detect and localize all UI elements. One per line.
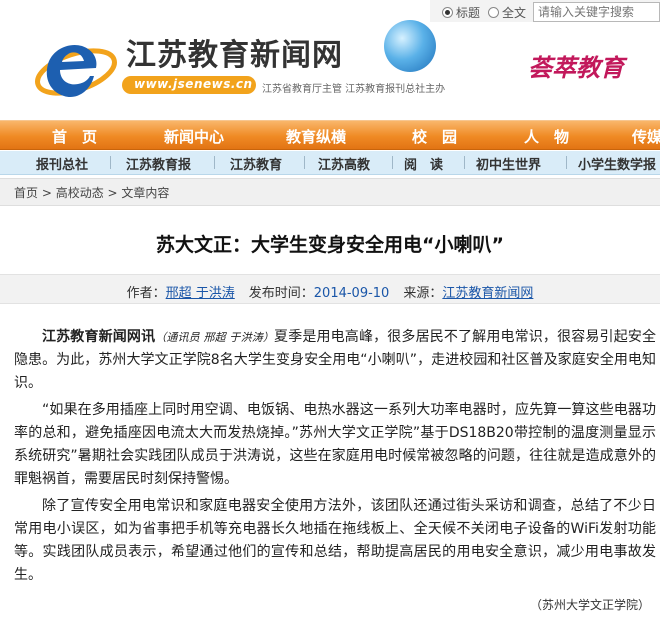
nav-people[interactable]: 人 物	[524, 126, 569, 147]
article-paragraph: “如果在多用插座上同时用空调、电饭锅、电热水器这一系列大功率电器时，应先算一算这…	[14, 402, 656, 487]
subnav-divider	[110, 156, 111, 169]
article-lead: 江苏教育新闻网讯	[42, 329, 156, 345]
source-label: 来源：	[403, 286, 443, 301]
main-nav: 首 页 新闻中心 教育纵横 校 园 人 物 传媒	[0, 120, 660, 150]
subnav-divider	[304, 156, 305, 169]
article-title: 苏大文正：大学生变身安全用电“小喇叭”	[156, 234, 504, 256]
publish-date: 2014-09-10	[313, 286, 390, 301]
search-option-fulltext[interactable]: 全文	[488, 4, 526, 21]
nav-news[interactable]: 新闻中心	[164, 126, 224, 147]
site-subtitle: 江苏省教育厅主管 江苏教育报刊总社主办	[262, 84, 446, 95]
globe-icon	[384, 20, 436, 72]
breadcrumb-current: 文章内容	[121, 186, 170, 200]
site-header: 江苏教育新闻网 www.jsenews.cn 江苏省教育厅主管 江苏教育报刊总社…	[30, 18, 480, 118]
subnav-divider	[566, 156, 567, 169]
breadcrumb-bar: 首页 > 高校动态 > 文章内容	[0, 178, 660, 206]
site-logo-icon[interactable]	[32, 30, 118, 108]
date-label: 发布时间：	[248, 286, 314, 301]
article-meta: 作者：邢超 于洪涛 发布时间：2014-09-10 来源：江苏教育新闻网	[0, 274, 660, 304]
nav-education[interactable]: 教育纵横	[286, 126, 346, 147]
subnav-divider	[214, 156, 215, 169]
breadcrumb: 首页 > 高校动态 > 文章内容	[14, 184, 169, 201]
breadcrumb-separator: >	[103, 186, 122, 200]
subnav-math-paper[interactable]: 小学生数学报	[578, 154, 656, 173]
nav-media[interactable]: 传媒	[632, 126, 660, 147]
breadcrumb-separator: >	[38, 186, 56, 200]
article-paragraph: 江苏教育新闻网讯（通讯员 邢超 于洪涛）夏季是用电高峰，很多居民不了解用电常识，…	[14, 329, 657, 391]
subnav-press-group[interactable]: 报刊总社	[36, 154, 88, 173]
breadcrumb-home[interactable]: 首页	[14, 186, 38, 200]
subnav-jiangsu-edu-daily[interactable]: 江苏教育报	[126, 154, 191, 173]
subnav-middle-school[interactable]: 初中生世界	[476, 154, 541, 173]
subnav-reading[interactable]: 阅 读	[404, 154, 443, 173]
sub-nav: 报刊总社 江苏教育报 江苏教育 江苏高教 阅 读 初中生世界 小学生数学报	[0, 151, 660, 175]
article-paragraph: 除了宣传安全用电常识和家庭电器安全使用方法外，该团队还通过街头采访和调查，总结了…	[14, 498, 656, 583]
site-title: 江苏教育新闻网	[126, 38, 343, 73]
author-link[interactable]: 邢超 于洪涛	[166, 286, 235, 301]
search-input[interactable]	[533, 2, 660, 22]
subnav-jiangsu-edu[interactable]: 江苏教育	[230, 154, 282, 173]
banner-slogan: 荟萃教育	[528, 53, 624, 82]
nav-campus[interactable]: 校 园	[412, 126, 457, 147]
breadcrumb-section[interactable]: 高校动态	[56, 186, 104, 200]
article-byline: （通讯员 邢超 于洪涛）	[155, 331, 275, 344]
subnav-divider	[464, 156, 465, 169]
article-source-footer: （苏州大学文正学院）	[529, 598, 650, 612]
nav-home[interactable]: 首 页	[52, 126, 97, 147]
source-link[interactable]: 江苏教育新闻网	[442, 286, 533, 301]
subnav-higher-edu[interactable]: 江苏高教	[318, 154, 370, 173]
article-body: 江苏教育新闻网讯（通讯员 邢超 于洪涛）夏季是用电高峰，很多居民不了解用电常识，…	[14, 326, 656, 591]
radio-selected-icon	[442, 7, 453, 18]
subnav-divider	[392, 156, 393, 169]
author-label: 作者：	[126, 286, 166, 301]
radio-unselected-icon	[488, 7, 499, 18]
site-url: www.jsenews.cn	[134, 77, 253, 91]
